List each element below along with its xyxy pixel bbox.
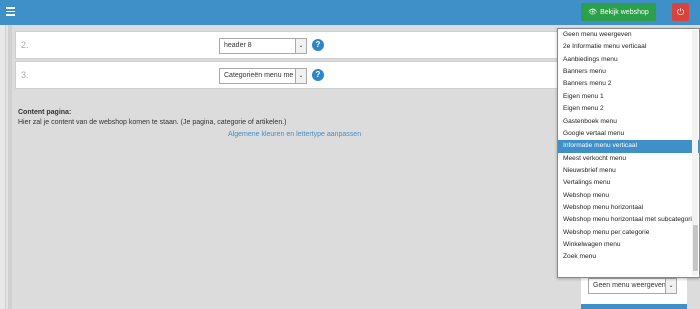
menu-dropdown-list[interactable]: Geen menu weergeven 2e Informatie menu v… (557, 28, 700, 278)
dropdown-items: Geen menu weergeven 2e Informatie menu v… (558, 29, 699, 264)
top-bar: 👁 Bekijk webshop ⏻ (0, 0, 700, 25)
menu-icon[interactable] (6, 7, 15, 16)
dropdown-option[interactable]: Banners menu (558, 66, 699, 78)
power-button[interactable]: ⏻ (672, 3, 689, 21)
dropdown-option[interactable]: Gastenboek menu (558, 116, 699, 128)
help-icon[interactable]: ? (312, 69, 324, 81)
chevron-down-icon[interactable]: ⌄ (295, 39, 306, 53)
dropdown-option[interactable]: Banners menu 2 (558, 78, 699, 90)
bottom-select-value: Geen menu weergeven (593, 282, 666, 289)
dropdown-option[interactable]: Webshop menu (558, 190, 699, 202)
chevron-down-icon[interactable]: ⌄ (295, 69, 306, 83)
dropdown-scroll-thumb[interactable] (693, 225, 698, 271)
dropdown-option[interactable]: Eigen menu 2 (558, 103, 699, 115)
row-number: 3. (21, 70, 29, 80)
chevron-down-icon[interactable]: ⌄ (665, 279, 676, 293)
row-3-menu-select[interactable]: Categorieën menu me ⌄ (219, 68, 307, 84)
dropdown-option[interactable]: Eigen menu 1 (558, 91, 699, 103)
dropdown-option[interactable]: Webshop menu horizontaal met subcategori… (558, 214, 699, 226)
content-description: Hier zal je content van de webshop komen… (18, 119, 287, 126)
dropdown-option[interactable]: Aanbiedings menu (558, 54, 699, 66)
view-webshop-label: Bekijk webshop (600, 8, 649, 16)
dropdown-option[interactable]: Google vertaal menu (558, 128, 699, 140)
dropdown-option[interactable]: Zoek menu (558, 251, 699, 263)
eye-icon: 👁 (588, 9, 598, 16)
left-sidebar-edge (0, 25, 6, 309)
power-icon: ⏻ (676, 6, 685, 17)
dropdown-option[interactable]: Winkelwagen menu (558, 239, 699, 251)
row-number: 2. (21, 40, 29, 50)
dropdown-option[interactable]: Nieuwsbrief menu (558, 165, 699, 177)
help-icon[interactable]: ? (312, 39, 324, 51)
dropdown-option[interactable]: Webshop menu per categorie (558, 227, 699, 239)
dropdown-option[interactable]: 2e Informatie menu verticaal (558, 41, 699, 53)
dropdown-option[interactable]: Meest verkocht menu (558, 153, 699, 165)
bottom-accent-bar (581, 304, 687, 309)
dropdown-option[interactable]: Geen menu weergeven (558, 29, 699, 41)
row-2-menu-select[interactable]: header 8 ⌄ (219, 38, 307, 54)
dropdown-option[interactable]: Vertalings menu (558, 177, 699, 189)
dropdown-option[interactable]: Informatie menu verticaal (558, 140, 699, 153)
bottom-menu-select[interactable]: Geen menu weergeven ⌄ (588, 278, 677, 294)
colors-fonts-link[interactable]: Algemene kleuren en lettertype aanpassen (228, 131, 361, 138)
row-2-select-value: header 8 (224, 42, 252, 49)
view-webshop-button[interactable]: 👁 Bekijk webshop (581, 3, 656, 21)
dropdown-option[interactable]: Webshop menu horizontaal (558, 202, 699, 214)
content-heading: Content pagina: (18, 109, 72, 116)
row-3-select-value: Categorieën menu me (224, 72, 294, 79)
